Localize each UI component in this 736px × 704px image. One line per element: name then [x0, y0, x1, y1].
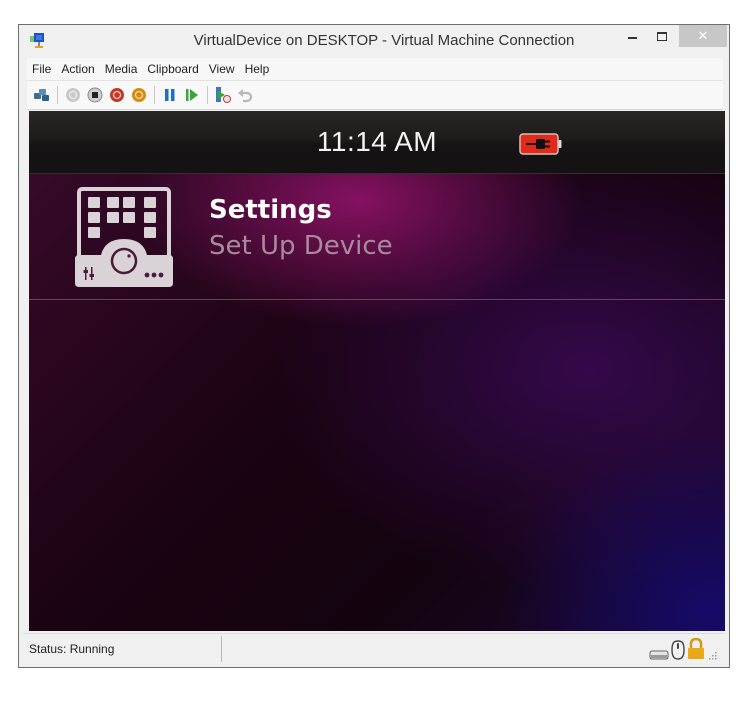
status-tray	[649, 638, 717, 660]
turn-off-icon	[87, 87, 103, 103]
close-button[interactable]: ✕	[679, 25, 727, 47]
menu-action[interactable]: Action	[56, 62, 99, 76]
status-text: Status: Running	[29, 642, 115, 656]
status-bar: Status: Running	[23, 633, 725, 664]
resize-grip[interactable]	[707, 650, 717, 660]
keyboard-keys-icon	[34, 89, 49, 101]
menu-file[interactable]: File	[27, 62, 56, 76]
menu-clipboard[interactable]: Clipboard	[142, 62, 203, 76]
minimize-icon	[627, 37, 637, 39]
save-state-icon	[132, 88, 146, 102]
minimize-button[interactable]	[619, 25, 645, 47]
toolbar-separator	[57, 86, 58, 104]
save-button[interactable]	[130, 86, 148, 104]
revert-button[interactable]	[236, 86, 254, 104]
start-button[interactable]	[64, 86, 82, 104]
list-divider	[29, 299, 725, 300]
start-icon	[66, 88, 80, 102]
close-icon: ✕	[697, 28, 709, 43]
vm-connection-window: VirtualDevice on DESKTOP - Virtual Machi…	[18, 24, 730, 668]
maximize-button[interactable]	[649, 25, 675, 47]
pause-button[interactable]	[161, 86, 179, 104]
toolbar	[27, 81, 723, 110]
device-clock: 11:14 AM	[316, 126, 438, 157]
resume-icon	[186, 89, 198, 101]
settings-app-icon[interactable]	[75, 187, 173, 289]
status-separator	[221, 636, 222, 662]
device-status-strip: 11:14 AM	[29, 111, 725, 174]
turn-off-button[interactable]	[86, 86, 104, 104]
checkpoint-button[interactable]	[214, 86, 232, 104]
lock-icon	[688, 638, 704, 659]
app-title: Settings	[209, 195, 332, 225]
mouse-icon	[671, 640, 685, 660]
shut-down-button[interactable]	[108, 86, 126, 104]
menu-help[interactable]: Help	[240, 62, 275, 76]
revert-icon	[238, 89, 253, 103]
toolbar-separator	[154, 86, 155, 104]
menu-bar: File Action Media Clipboard View Help	[27, 58, 723, 81]
vm-screen[interactable]: 11:14 AM Settings Set Up Device	[29, 111, 725, 631]
battery-charging-icon	[519, 133, 562, 155]
maximize-icon	[657, 31, 667, 41]
resume-button[interactable]	[183, 86, 201, 104]
menu-view[interactable]: View	[204, 62, 240, 76]
ctrl-alt-del-button[interactable]	[33, 86, 51, 104]
pause-icon	[165, 89, 175, 101]
title-bar[interactable]: VirtualDevice on DESKTOP - Virtual Machi…	[19, 25, 729, 57]
checkpoint-icon	[216, 87, 231, 103]
menu-media[interactable]: Media	[100, 62, 143, 76]
shut-down-icon	[110, 88, 124, 102]
app-subtitle: Set Up Device	[209, 231, 393, 261]
keyboard-icon	[649, 650, 669, 660]
toolbar-separator	[207, 86, 208, 104]
